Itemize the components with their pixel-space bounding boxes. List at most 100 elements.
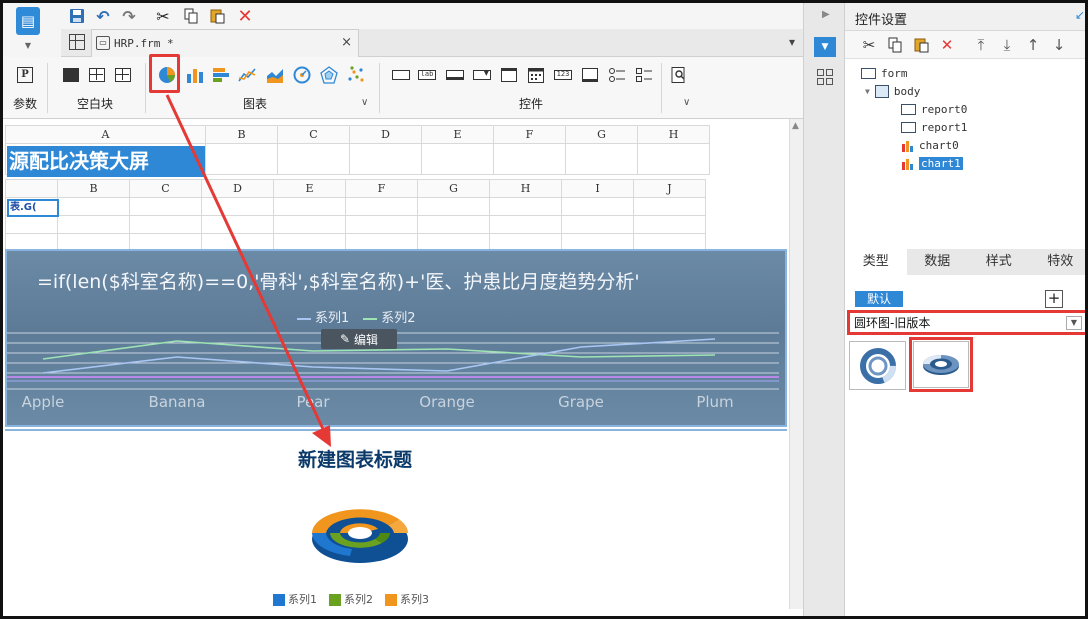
app-menu-button[interactable]: ▤ ▼ — [13, 7, 43, 51]
copy-icon[interactable] — [181, 6, 201, 26]
grid-cell[interactable] — [345, 215, 418, 234]
grid-cell[interactable] — [489, 197, 562, 216]
grid-cell[interactable] — [273, 215, 346, 234]
grid-cell[interactable] — [57, 215, 130, 234]
add-button[interactable]: + — [1045, 290, 1063, 308]
tree-node-report1[interactable]: report1 — [901, 119, 967, 136]
close-icon[interactable]: × — [341, 35, 352, 50]
dropdown-control-button[interactable]: ▼ — [472, 65, 492, 85]
number-control-button[interactable]: 123 — [553, 65, 573, 85]
expand-icon[interactable]: ▼ — [865, 87, 870, 96]
default-badge[interactable]: 默认 — [855, 291, 903, 307]
column-header[interactable]: I — [561, 179, 634, 198]
undo-icon[interactable]: ↶ — [93, 6, 113, 26]
grid-cell[interactable] — [5, 215, 58, 234]
tab-menu-icon[interactable]: ▾ — [789, 35, 795, 49]
grid-cell[interactable] — [345, 197, 418, 216]
tab-data[interactable]: 数据 — [907, 249, 969, 275]
tree-node-form[interactable]: form — [861, 65, 908, 82]
grid-cell[interactable] — [201, 197, 274, 216]
text-field-control-button[interactable] — [445, 65, 465, 85]
tab-effects[interactable]: 特效 — [1030, 249, 1086, 275]
form-canvas[interactable]: A B C D E F G H 源配比决策大屏 B C D E F G H I … — [3, 119, 789, 609]
move-to-top-icon[interactable]: ⤒ — [971, 35, 991, 55]
blank-block-grid-button[interactable] — [113, 65, 133, 85]
grid-cell[interactable] — [349, 143, 422, 175]
tree-node-chart0[interactable]: chart0 — [901, 137, 959, 154]
tree-node-report0[interactable]: report0 — [901, 101, 967, 118]
copy-icon[interactable] — [885, 35, 905, 55]
parameter-button[interactable]: P — [15, 65, 35, 85]
collapse-arrow-icon[interactable]: ▶ — [822, 9, 830, 20]
radio-group-control-button[interactable] — [607, 65, 627, 85]
report1-grid[interactable]: B C D E F G H I J — [5, 179, 706, 252]
chart-type-select[interactable]: 圆环图-旧版本 ▼ — [847, 310, 1085, 335]
grid-cell[interactable] — [277, 143, 350, 175]
paste-icon[interactable] — [911, 35, 931, 55]
delete-icon[interactable]: ✕ — [937, 35, 957, 55]
column-header[interactable]: J — [633, 179, 706, 198]
chart1-widget[interactable]: 新建图表标题 系列1 系列2 系列3 — [5, 429, 787, 607]
list-control-button[interactable] — [499, 65, 519, 85]
column-header[interactable]: C — [277, 125, 350, 144]
grid-cell[interactable] — [129, 215, 202, 234]
grid-cell[interactable] — [57, 197, 130, 216]
column-header[interactable]: E — [273, 179, 346, 198]
paste-icon[interactable] — [207, 6, 227, 26]
grid-cell[interactable] — [489, 215, 562, 234]
blank-block-absolute-button[interactable] — [61, 65, 81, 85]
grid-cell[interactable] — [417, 215, 490, 234]
column-header[interactable]: D — [201, 179, 274, 198]
widget-settings-toggle[interactable]: ▼ — [814, 37, 836, 57]
grid-cell[interactable] — [561, 197, 634, 216]
column-header[interactable]: A — [5, 125, 206, 144]
text-area-control-button[interactable] — [580, 65, 600, 85]
move-up-icon[interactable]: ↑ — [1023, 35, 1043, 55]
redo-icon[interactable]: ↷ — [119, 6, 139, 26]
grid-cell[interactable] — [637, 143, 710, 175]
tab-style[interactable]: 样式 — [968, 249, 1030, 275]
cut-icon[interactable]: ✂ — [153, 6, 173, 26]
column-header[interactable]: F — [345, 179, 418, 198]
report1-selected-cell[interactable]: 表.G( — [7, 199, 59, 217]
control-group-expand-icon[interactable]: ∨ — [683, 97, 690, 108]
donut-chart-thumbnail[interactable] — [849, 341, 906, 390]
checkbox-group-control-button[interactable] — [634, 65, 654, 85]
tree-node-body[interactable]: ▼ body — [865, 83, 920, 100]
date-control-button[interactable] — [526, 65, 546, 85]
grid-cell[interactable] — [565, 143, 638, 175]
tab-hrp-frm[interactable]: ▭ HRP.frm * × — [91, 29, 359, 57]
radar-chart-button[interactable] — [319, 65, 339, 85]
grid-view-icon[interactable] — [69, 34, 85, 50]
grid-cell[interactable] — [561, 215, 634, 234]
column-header[interactable]: F — [493, 125, 566, 144]
search-control-button[interactable] — [669, 65, 689, 85]
component-layout-icon[interactable] — [817, 69, 833, 85]
grid-cell[interactable] — [417, 197, 490, 216]
column-header[interactable]: B — [205, 125, 278, 144]
tab-type[interactable]: 类型 — [845, 249, 907, 275]
pin-icon[interactable]: ↙ — [1075, 8, 1085, 22]
column-header[interactable]: H — [637, 125, 710, 144]
column-header[interactable]: E — [421, 125, 494, 144]
column-header[interactable]: H — [489, 179, 562, 198]
move-down-icon[interactable]: ↓ — [1049, 35, 1069, 55]
button-control-button[interactable] — [391, 65, 411, 85]
donut-3d-chart-thumbnail[interactable] — [913, 341, 969, 388]
blank-block-split-button[interactable] — [87, 65, 107, 85]
horizontal-bar-chart-button[interactable] — [211, 65, 231, 85]
label-control-button[interactable]: lab — [417, 65, 437, 85]
delete-icon[interactable]: ✕ — [235, 6, 255, 27]
column-header[interactable] — [5, 179, 58, 198]
grid-cell[interactable] — [633, 215, 706, 234]
grid-cell[interactable] — [129, 197, 202, 216]
scatter-chart-button[interactable] — [346, 65, 366, 85]
gauge-chart-button[interactable] — [292, 65, 312, 85]
tree-node-chart1[interactable]: chart1 — [901, 155, 963, 172]
chevron-down-icon[interactable]: ▼ — [1066, 316, 1082, 330]
grid-cell[interactable] — [633, 197, 706, 216]
save-icon[interactable] — [67, 6, 87, 26]
grid-cell[interactable] — [205, 143, 278, 175]
column-header[interactable]: C — [129, 179, 202, 198]
chart0-widget[interactable]: =if(len($科室名称)==0,'骨科',$科室名称)+'医、护患比月度趋势… — [5, 249, 787, 427]
